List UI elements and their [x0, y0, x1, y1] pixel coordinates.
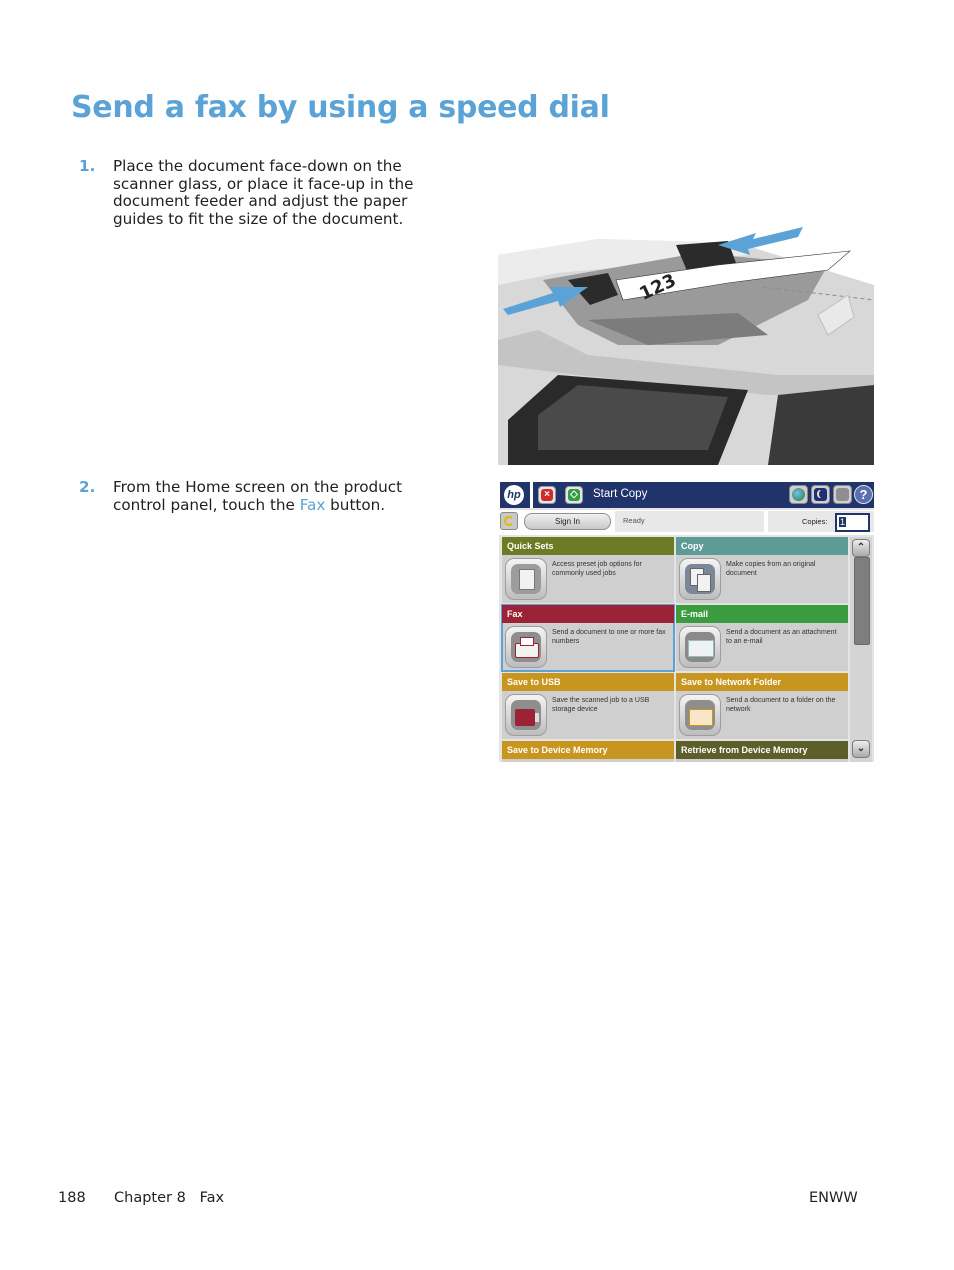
step-text-part: button.	[325, 495, 386, 514]
network-button[interactable]	[833, 485, 852, 504]
footer-page-number: 188	[58, 1190, 86, 1206]
step-number: 1.	[79, 157, 96, 175]
scroll-down-button[interactable]: ⌄	[852, 740, 870, 758]
step-text: Place the document face-down on the scan…	[113, 157, 414, 228]
footer-chapter: Chapter 8 Fax	[114, 1190, 225, 1206]
language-button[interactable]	[789, 485, 808, 504]
chevron-down-icon: ⌄	[856, 743, 866, 754]
fax-link[interactable]: Fax	[300, 496, 326, 514]
tile-label: Fax	[502, 605, 674, 623]
tile-retrieve-from-device-memory[interactable]: Retrieve from Device Memory	[676, 741, 848, 762]
tile-description: Send a document as an attachment to an e…	[726, 629, 837, 645]
email-icon	[679, 626, 721, 668]
tile-save-to-network-folder[interactable]: Save to Network Folder Send a document t…	[676, 673, 848, 739]
start-copy-label[interactable]: Start Copy	[593, 488, 647, 500]
tile-description: Send a document to a folder on the netwo…	[726, 697, 836, 713]
hp-logo[interactable]: hp	[500, 482, 530, 508]
quick-sets-icon	[505, 558, 547, 600]
copy-icon	[679, 558, 721, 600]
status-bar: Sign In Ready Copies: 1	[499, 510, 874, 535]
scrollbar[interactable]: ⌃ ⌄	[850, 537, 872, 762]
status-area: Ready	[615, 511, 764, 532]
stop-glyph: ×	[544, 489, 550, 500]
tile-label: Copy	[676, 537, 848, 555]
scroll-up-button[interactable]: ⌃	[852, 539, 870, 557]
tile-fax[interactable]: Fax Send a document to one or more fax n…	[501, 604, 675, 672]
top-bar: hp × ◇ Start Copy ?	[499, 481, 874, 508]
network-folder-icon	[679, 694, 721, 736]
tile-save-to-device-memory[interactable]: Save to Device Memory	[502, 741, 674, 762]
tile-quick-sets[interactable]: Quick Sets Access preset job options for…	[502, 537, 674, 603]
help-button[interactable]: ?	[854, 485, 873, 504]
scrollbar-thumb[interactable]	[854, 557, 870, 645]
footer-code: ENWW	[809, 1190, 858, 1206]
start-glyph: ◇	[570, 489, 578, 500]
printer-illustration-svg: 123	[498, 227, 874, 465]
tile-label: Save to Network Folder	[676, 673, 848, 691]
sign-in-button[interactable]: Sign In	[524, 513, 611, 530]
tile-email[interactable]: E-mail Send a document as an attachment …	[676, 605, 848, 671]
page-title: Send a fax by using a speed dial	[71, 90, 610, 125]
scanner-side	[768, 385, 874, 465]
start-button[interactable]: ◇	[565, 486, 583, 504]
copies-input[interactable]: 1	[835, 513, 870, 532]
copies-area: Copies: 1	[768, 511, 874, 532]
usb-icon	[505, 694, 547, 736]
tile-copy[interactable]: Copy Make copies from an original docume…	[676, 537, 848, 603]
step-number: 2.	[79, 478, 96, 496]
navigation-bar: × ◇ Start Copy ?	[533, 482, 874, 508]
tile-label: Save to Device Memory	[502, 741, 674, 759]
control-panel-home-screen: hp × ◇ Start Copy ? Sign In Ready Copies…	[499, 481, 874, 762]
copies-value: 1	[839, 517, 847, 527]
tile-description: Make copies from an original document	[726, 561, 816, 577]
tile-save-to-usb[interactable]: Save to USB Save the scanned job to a US…	[502, 673, 674, 739]
sleep-moon-icon	[814, 488, 827, 501]
tile-label: E-mail	[676, 605, 848, 623]
stop-button[interactable]: ×	[538, 486, 556, 504]
tile-description: Access preset job options for commonly u…	[552, 561, 642, 577]
tile-description: Send a document to one or more fax numbe…	[552, 629, 666, 645]
touchscreen	[538, 385, 728, 450]
sleep-button[interactable]	[811, 485, 830, 504]
reset-button[interactable]	[500, 512, 518, 530]
tile-label: Quick Sets	[502, 537, 674, 555]
step-text: From the Home screen on the product cont…	[113, 478, 443, 514]
help-icon: ?	[859, 487, 868, 502]
tile-label: Save to USB	[502, 673, 674, 691]
network-icon	[836, 488, 849, 501]
tile-label: Retrieve from Device Memory	[676, 741, 848, 759]
document-feeder-illustration: 123	[498, 225, 874, 465]
tile-description: Save the scanned job to a USB storage de…	[552, 697, 650, 713]
reset-icon	[504, 516, 514, 526]
globe-icon	[792, 488, 805, 501]
status-text: Ready	[623, 516, 645, 525]
hp-logo-text: hp	[504, 485, 524, 505]
chevron-up-icon: ⌃	[856, 542, 866, 553]
fax-icon	[505, 626, 547, 668]
copies-label: Copies:	[802, 517, 828, 526]
